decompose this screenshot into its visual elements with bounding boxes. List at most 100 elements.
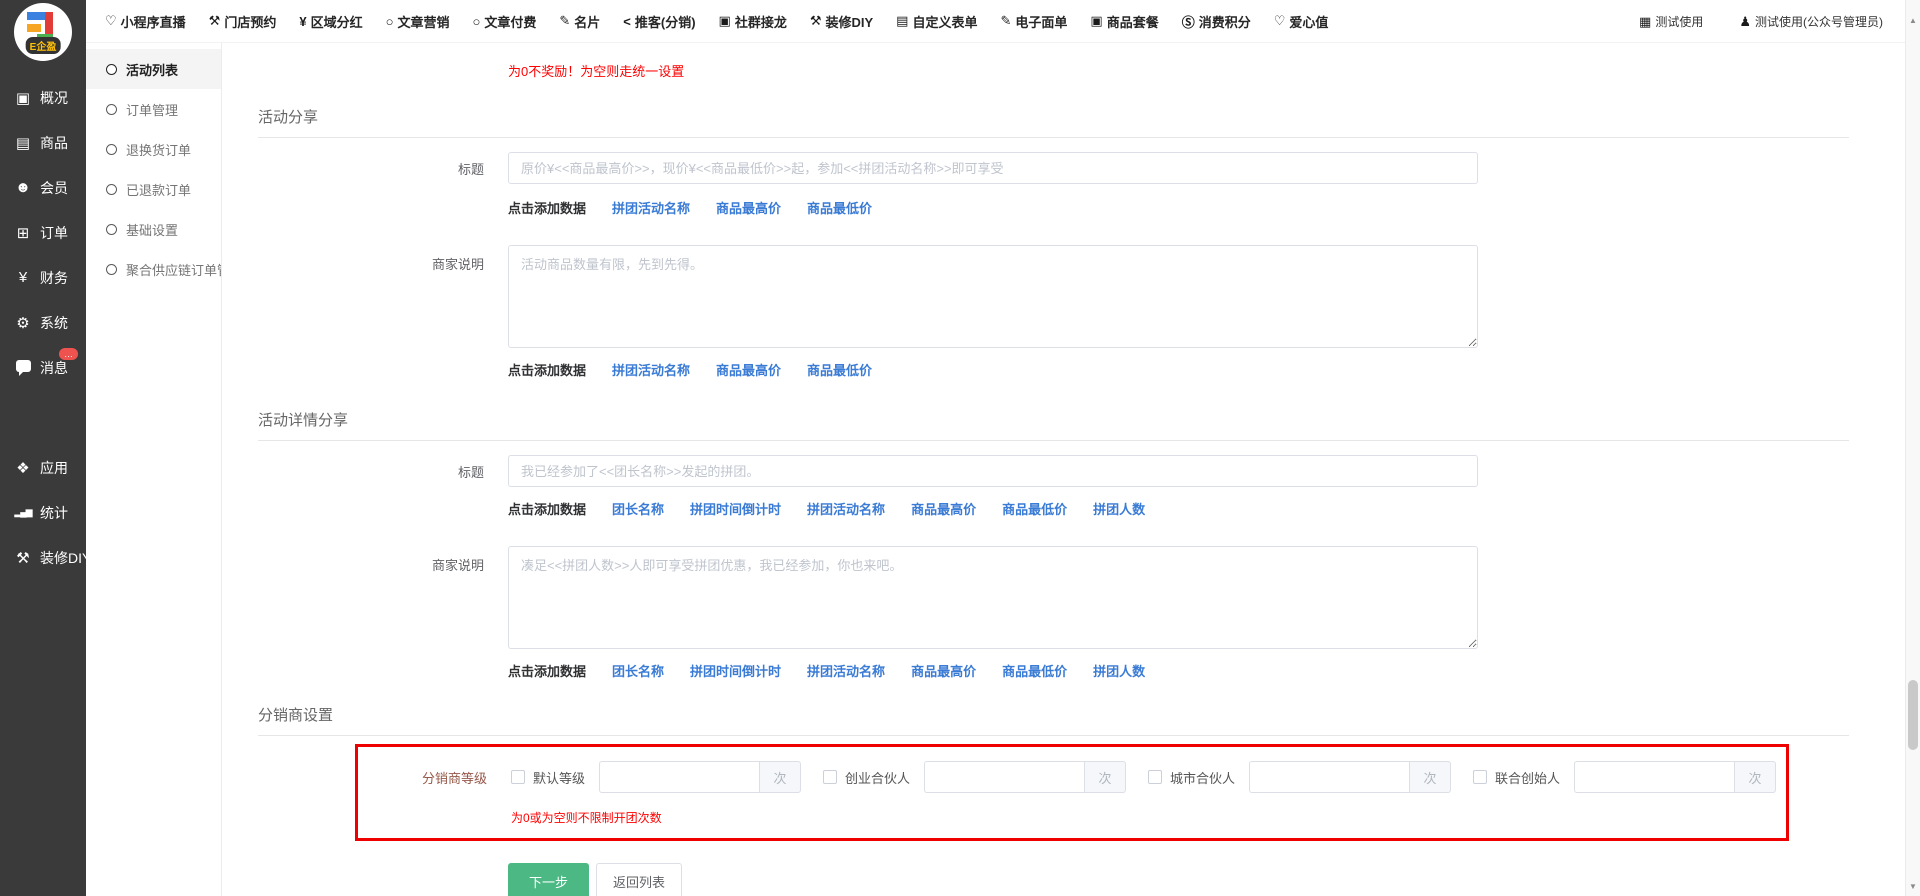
nav-item-article-marketing[interactable]: ○ 文章营销 bbox=[386, 12, 450, 31]
sidebar-item-system[interactable]: ⚙ 系统 bbox=[0, 300, 86, 345]
nav-item-love-value[interactable]: ♡ 爱心值 bbox=[1274, 12, 1329, 31]
default-level-label: 默认等级 bbox=[533, 768, 585, 787]
sidebar-item-orders[interactable]: ⊞ 订单 bbox=[0, 210, 86, 255]
sidebar-item-apps[interactable]: ❖ 应用 bbox=[0, 445, 86, 490]
link-product-max-price[interactable]: 商品最高价 bbox=[911, 661, 976, 680]
default-level-times-input[interactable] bbox=[599, 761, 759, 793]
link-group-size[interactable]: 拼团人数 bbox=[1093, 499, 1145, 518]
overview-icon: ▣ bbox=[13, 89, 33, 107]
activity-share-title-input[interactable] bbox=[508, 152, 1478, 184]
nav-item-label: 门店预约 bbox=[224, 12, 276, 31]
back-to-list-button[interactable]: 返回列表 bbox=[596, 863, 682, 896]
sidebar-item-statistics[interactable]: ▂▄▆ 统计 bbox=[0, 490, 86, 535]
link-group-size[interactable]: 拼团人数 bbox=[1093, 661, 1145, 680]
nav-item-decorate-diy[interactable]: ⚒ 装修DIY bbox=[810, 12, 873, 31]
navbar-right: ▦ 测试使用 ♟ 测试使用(公众号管理员) bbox=[1639, 0, 1883, 43]
link-group-activity-name[interactable]: 拼团活动名称 bbox=[612, 360, 690, 379]
nav-item-store-booking[interactable]: ⚒ 门店预约 bbox=[209, 12, 277, 31]
city-partner-checkbox[interactable] bbox=[1148, 770, 1162, 784]
scroll-down-icon[interactable]: ▼ bbox=[1906, 880, 1920, 894]
activity-share-desc-textarea[interactable] bbox=[508, 245, 1478, 348]
submenu-item-refunded-orders[interactable]: 已退款订单 bbox=[86, 169, 221, 209]
sidebar-item-members[interactable]: ☻ 会员 bbox=[0, 165, 86, 210]
nav-item-live[interactable]: ♡ 小程序直播 bbox=[105, 12, 186, 31]
submenu-item-return-orders[interactable]: 退换货订单 bbox=[86, 129, 221, 169]
submenu-item-supply-chain-orders[interactable]: 聚合供应链订单管 bbox=[86, 249, 221, 289]
default-level-checkbox[interactable] bbox=[511, 770, 525, 784]
link-product-max-price[interactable]: 商品最高价 bbox=[911, 499, 976, 518]
submenu-item-activity-list[interactable]: 活动列表 bbox=[86, 49, 221, 89]
link-product-min-price[interactable]: 商品最低价 bbox=[807, 360, 872, 379]
link-product-max-price[interactable]: 商品最高价 bbox=[716, 360, 781, 379]
reward-warning-note: 为0不奖励！为空则走统一设置 bbox=[508, 61, 1905, 80]
nav-item-label: 小程序直播 bbox=[121, 12, 186, 31]
scrollbar-thumb[interactable] bbox=[1908, 680, 1918, 750]
link-product-min-price[interactable]: 商品最低价 bbox=[807, 198, 872, 217]
nav-item-label: 爱心值 bbox=[1289, 12, 1328, 31]
page-scrollbar[interactable]: ▲ ▼ bbox=[1905, 0, 1920, 896]
submenu-label: 基础设置 bbox=[126, 220, 178, 239]
nav-item-label: 商品套餐 bbox=[1107, 12, 1159, 31]
city-partner-times-input[interactable] bbox=[1249, 761, 1409, 793]
nav-item-points[interactable]: Ⓢ 消费积分 bbox=[1182, 12, 1251, 31]
nav-item-article-pay[interactable]: ○ 文章付费 bbox=[472, 12, 536, 31]
link-leader-name[interactable]: 团长名称 bbox=[612, 499, 664, 518]
merchant-desc-label: 商家说明 bbox=[222, 546, 484, 574]
sidebar-item-label: 商品 bbox=[40, 133, 68, 153]
hammer-icon: ⚒ bbox=[13, 549, 33, 567]
image-icon: ▣ bbox=[719, 13, 731, 29]
radio-circle-icon bbox=[106, 224, 117, 235]
open-group-limit-note: 为0或为空则不限制开团次数 bbox=[511, 809, 1786, 826]
startup-partner-checkbox[interactable] bbox=[823, 770, 837, 784]
detail-share-title-input[interactable] bbox=[508, 455, 1478, 487]
sidebar-item-overview[interactable]: ▣ 概况 bbox=[0, 75, 86, 120]
submenu-label: 已退款订单 bbox=[126, 180, 191, 199]
link-product-max-price[interactable]: 商品最高价 bbox=[716, 198, 781, 217]
link-group-activity-name[interactable]: 拼团活动名称 bbox=[807, 661, 885, 680]
account-menu[interactable]: ♟ 测试使用(公众号管理员) bbox=[1739, 13, 1883, 30]
submenu-item-order-management[interactable]: 订单管理 bbox=[86, 89, 221, 129]
section-title-detail-share: 活动详情分享 bbox=[258, 409, 1849, 441]
members-icon: ☻ bbox=[13, 179, 33, 196]
link-group-activity-name[interactable]: 拼团活动名称 bbox=[807, 499, 885, 518]
hammer-icon: ⚒ bbox=[810, 13, 822, 29]
startup-partner-times-input[interactable] bbox=[924, 761, 1084, 793]
link-product-min-price[interactable]: 商品最低价 bbox=[1002, 661, 1067, 680]
sidebar-item-label: 财务 bbox=[40, 268, 68, 288]
sidebar-item-label: 统计 bbox=[40, 503, 68, 523]
cofounder-times-input[interactable] bbox=[1574, 761, 1734, 793]
sidebar-item-label: 系统 bbox=[40, 313, 68, 333]
nav-item-region-bonus[interactable]: ¥ 区域分红 bbox=[299, 12, 362, 31]
sidebar-item-decorate-diy[interactable]: ⚒ 装修DIY bbox=[0, 535, 86, 580]
nav-item-group-chain[interactable]: ▣ 社群接龙 bbox=[719, 12, 787, 31]
radio-circle-icon bbox=[106, 144, 117, 155]
cofounder-checkbox[interactable] bbox=[1473, 770, 1487, 784]
nav-item-custom-form[interactable]: ▤ 自定义表单 bbox=[896, 12, 977, 31]
link-product-min-price[interactable]: 商品最低价 bbox=[1002, 499, 1067, 518]
sidebar-item-finance[interactable]: ¥ 财务 bbox=[0, 255, 86, 300]
message-badge: … bbox=[59, 348, 78, 360]
link-leader-name[interactable]: 团长名称 bbox=[612, 661, 664, 680]
grid-icon: ▦ bbox=[1639, 14, 1651, 30]
nav-item-label: 文章付费 bbox=[484, 12, 536, 31]
nav-item-product-package[interactable]: ▣ 商品套餐 bbox=[1090, 12, 1158, 31]
add-data-label: 点击添加数据 bbox=[508, 198, 586, 217]
link-group-activity-name[interactable]: 拼团活动名称 bbox=[612, 198, 690, 217]
scroll-up-icon[interactable]: ▲ bbox=[1906, 14, 1920, 28]
submenu-item-basic-settings[interactable]: 基础设置 bbox=[86, 209, 221, 249]
distributor-level-row: 分销商等级 默认等级 次 创业合伙人 次 bbox=[358, 761, 1786, 793]
nav-item-e-waybill[interactable]: ✎ 电子面单 bbox=[1000, 12, 1067, 31]
nav-item-business-card[interactable]: ✎ 名片 bbox=[559, 12, 600, 31]
detail-share-desc-textarea[interactable] bbox=[508, 546, 1478, 649]
next-step-button[interactable]: 下一步 bbox=[508, 863, 589, 896]
sidebar-item-goods[interactable]: ▤ 商品 bbox=[0, 120, 86, 165]
circle-icon: ○ bbox=[472, 14, 480, 29]
link-group-countdown[interactable]: 拼团时间倒计时 bbox=[690, 499, 781, 518]
nav-item-promoter[interactable]: < 推客(分销) bbox=[623, 12, 695, 31]
test-use-menu[interactable]: ▦ 测试使用 bbox=[1639, 13, 1703, 30]
sidebar-item-label: 消息 bbox=[40, 358, 68, 378]
activity-share-title-row: 标题 bbox=[222, 152, 1905, 184]
nav-item-label: 区域分红 bbox=[311, 12, 363, 31]
sidebar-item-messages[interactable]: 消息 … bbox=[0, 345, 86, 390]
link-group-countdown[interactable]: 拼团时间倒计时 bbox=[690, 661, 781, 680]
